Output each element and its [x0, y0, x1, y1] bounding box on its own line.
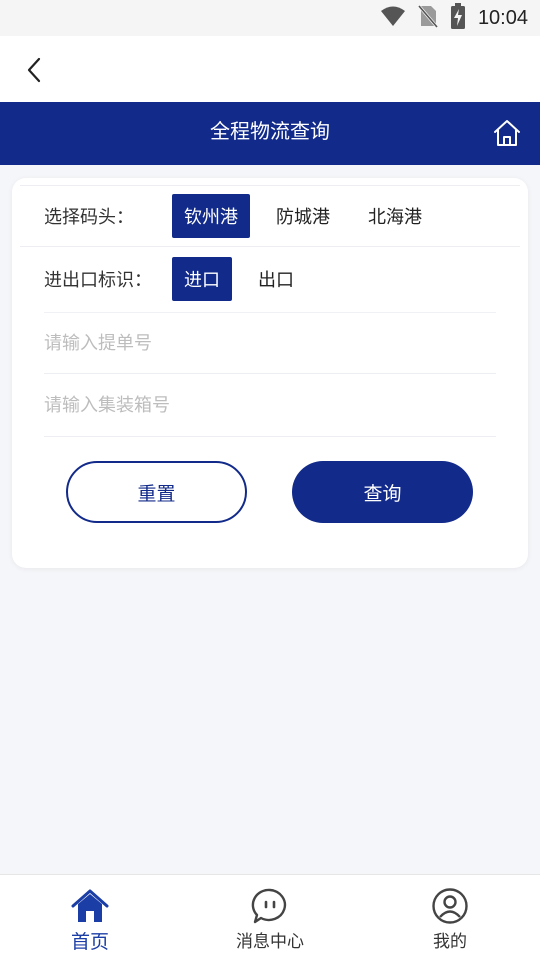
- query-button[interactable]: 查询: [292, 461, 473, 523]
- container-number-input[interactable]: [44, 375, 496, 436]
- bill-number-field: [44, 312, 496, 374]
- port-option-fangcheng[interactable]: 防城港: [264, 194, 342, 238]
- bottom-nav: 首页 消息中心 我的: [0, 874, 540, 960]
- reset-button[interactable]: 重置: [66, 461, 247, 523]
- status-time: 10:04: [477, 6, 528, 29]
- tab-profile-label: 我的: [433, 932, 467, 952]
- home-icon: [494, 120, 520, 146]
- query-card: 选择码头： 钦州港 防城港 北海港 进出口标识： 进口 出口 重置 查询: [12, 178, 528, 568]
- tab-messages[interactable]: 消息中心: [180, 875, 360, 960]
- back-button[interactable]: [18, 54, 50, 86]
- nav-bar: [0, 36, 540, 102]
- home-icon: [71, 889, 109, 922]
- tab-profile[interactable]: 我的: [360, 875, 540, 960]
- port-option-beihai[interactable]: 北海港: [356, 194, 434, 238]
- io-selector-row: 进出口标识： 进口 出口: [20, 248, 520, 310]
- user-icon: [432, 888, 468, 924]
- chevron-left-icon: [27, 57, 41, 83]
- port-option-qinzhou[interactable]: 钦州港: [172, 194, 250, 238]
- io-label: 进出口标识：: [44, 270, 152, 291]
- container-number-field: [44, 375, 496, 437]
- port-label: 选择码头：: [44, 207, 134, 228]
- message-icon: [251, 888, 287, 924]
- bill-number-input[interactable]: [44, 313, 496, 373]
- status-icons: 10:04: [380, 3, 528, 33]
- wifi-icon: [380, 5, 406, 31]
- page-title: 全程物流查询: [210, 119, 330, 143]
- no-sim-icon: [417, 4, 439, 32]
- port-selector-row: 选择码头： 钦州港 防城港 北海港: [20, 185, 520, 247]
- tab-home[interactable]: 首页: [0, 875, 180, 960]
- io-option-export[interactable]: 出口: [246, 257, 306, 301]
- status-bar: 10:04: [0, 0, 540, 36]
- tab-home-label: 首页: [70, 931, 109, 953]
- battery-charging-icon: [450, 3, 466, 33]
- home-button[interactable]: [492, 118, 524, 150]
- title-bar: 全程物流查询: [0, 102, 540, 165]
- tab-messages-label: 消息中心: [236, 932, 304, 952]
- io-option-import[interactable]: 进口: [172, 257, 232, 301]
